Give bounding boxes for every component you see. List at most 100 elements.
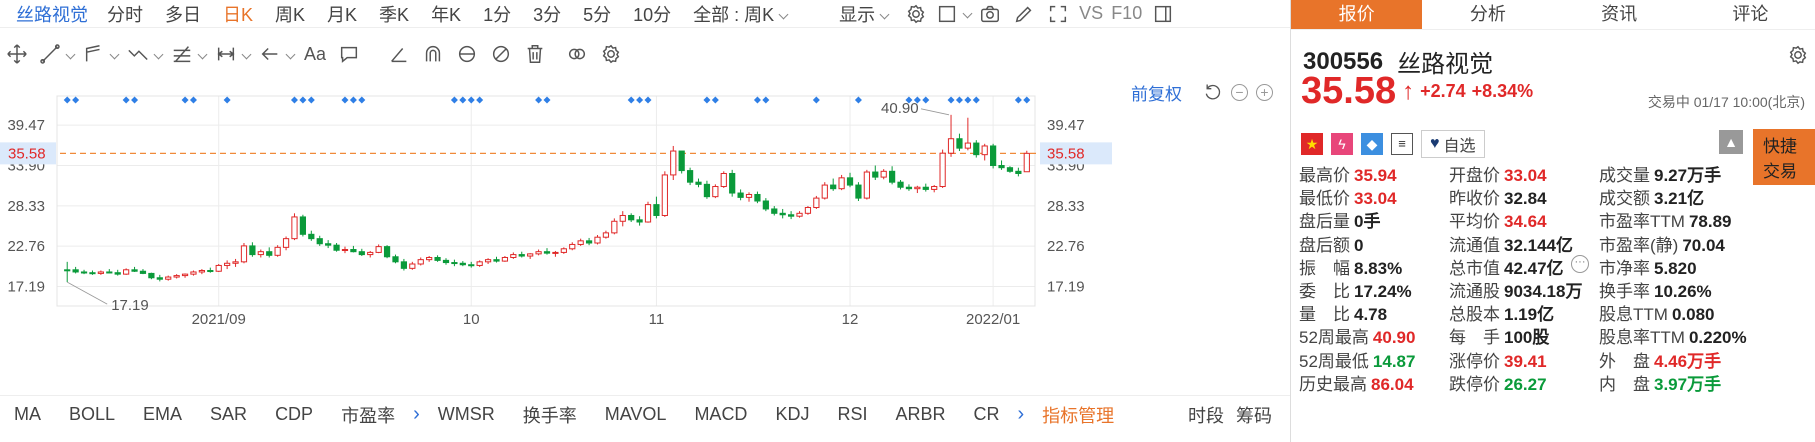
candle-body [459, 262, 466, 266]
delete-icon[interactable] [518, 39, 552, 69]
note-icon[interactable]: ≡ [1391, 133, 1413, 155]
comment-tool-icon[interactable] [332, 39, 366, 69]
adjust-mode-button[interactable]: 前复权 [1131, 80, 1182, 105]
candle-body [375, 246, 382, 253]
settings-icon[interactable] [1781, 40, 1815, 70]
candle-body [383, 246, 391, 258]
sub-indicator-tab[interactable]: RSI [823, 404, 881, 425]
candle-body [804, 207, 812, 214]
stock-name-tab[interactable]: 丝路视觉 [0, 1, 96, 27]
f10-button[interactable]: F10 [1107, 3, 1146, 24]
quote-label: 盘后量 [1299, 212, 1350, 232]
arrow-tool-icon[interactable] [254, 39, 298, 69]
quote-tab[interactable]: 评论 [1685, 0, 1815, 29]
period-tab[interactable]: 5分 [572, 1, 622, 27]
quote-tab[interactable]: 报价 [1291, 0, 1423, 29]
fullscreen-icon[interactable] [1041, 0, 1075, 29]
camera-icon[interactable] [973, 0, 1007, 29]
main-indicator-tab[interactable]: EMA [129, 404, 196, 425]
quote-cell: 股息TTM 0.080 [1599, 300, 1814, 325]
main-indicator-tab[interactable]: BOLL [55, 404, 129, 425]
period-tab[interactable]: 日K [212, 1, 264, 27]
pencil-icon[interactable] [1007, 0, 1041, 29]
add-watchlist-button[interactable]: ♥ 自选 [1421, 130, 1485, 158]
period-tab[interactable]: 分时 [96, 1, 154, 27]
sub-indicator-tab[interactable]: 换手率 [509, 402, 591, 428]
event-diamond [349, 96, 357, 104]
scope-selector[interactable]: 全部 : 周K [682, 1, 798, 27]
candlestick-chart[interactable]: 39.47 39.4733.90 33.9028.33 28.3322.76 22.76… [0, 76, 1290, 392]
main-indicator-tab[interactable]: 市盈率 [327, 402, 409, 428]
period-tab[interactable]: 季K [368, 1, 420, 27]
period-tab[interactable]: 10分 [622, 1, 682, 27]
candle-body [863, 171, 870, 199]
hide-icon[interactable] [484, 39, 518, 69]
more-icon[interactable]: ··· [1571, 255, 1589, 273]
sub-indicator-tab[interactable]: WMSR [424, 404, 509, 425]
reset-icon[interactable] [1203, 82, 1223, 102]
event-diamond [627, 96, 635, 104]
gear-icon[interactable] [899, 0, 933, 29]
candle-body [830, 184, 837, 190]
candle-body [89, 272, 96, 275]
candle-body [232, 261, 239, 264]
indicator-manage-button[interactable]: 指标管理 [1028, 402, 1128, 428]
lightning-icon[interactable]: ϟ [1331, 133, 1353, 155]
quote-label: 内 盘 [1599, 374, 1650, 394]
quote-tab[interactable]: 资讯 [1554, 0, 1685, 29]
sub-indicator-tab[interactable]: MAVOL [591, 404, 681, 425]
event-diamond [1014, 96, 1022, 104]
square-layout-icon[interactable] [933, 0, 973, 29]
text-tool-icon[interactable]: Aa [298, 39, 332, 69]
angle-tool-icon[interactable] [382, 39, 416, 69]
candle-body [392, 256, 399, 263]
quote-tab[interactable]: 分析 [1422, 0, 1553, 29]
quote-value: 32.84 [1504, 189, 1547, 209]
sub-indicator-tab[interactable]: CR [959, 404, 1013, 425]
main-indicator-tab[interactable]: MA [0, 404, 55, 425]
candle-body [148, 272, 155, 279]
chip-distribution-button[interactable]: 筹码 [1230, 402, 1278, 428]
line-tool-icon[interactable] [34, 39, 78, 69]
zoom-in-icon[interactable]: + [1256, 83, 1273, 101]
magnet-icon[interactable] [450, 39, 484, 69]
link-icon[interactable] [560, 39, 594, 69]
quote-label: 总市值 [1449, 258, 1500, 278]
candle-body [602, 232, 610, 238]
period-tab[interactable]: 多日 [154, 1, 212, 27]
tag-icon[interactable]: ◆ [1361, 133, 1383, 155]
period-tab[interactable]: 月K [316, 1, 368, 27]
event-diamond [358, 96, 366, 104]
panel-toggle-icon[interactable] [1146, 0, 1180, 29]
channel-tool-icon[interactable] [78, 39, 122, 69]
sub-indicator-tab[interactable]: ARBR [881, 404, 959, 425]
event-diamond [753, 96, 761, 104]
settings-icon[interactable] [594, 39, 628, 69]
crosshair-move-icon[interactable] [0, 39, 34, 69]
kline-chart[interactable]: 39.47 39.47 33.90 33.90 28.33 28.33 22.76 22.76… [0, 76, 1290, 392]
candle-body [215, 264, 222, 272]
zoom-out-icon[interactable]: − [1231, 83, 1248, 101]
display-menu[interactable]: 显示 [828, 1, 899, 27]
period-tab[interactable]: 1分 [472, 1, 522, 27]
range-tool-icon[interactable] [210, 39, 254, 69]
quote-cell: 最低价 33.04 [1299, 184, 1449, 209]
sub-indicator-tab[interactable]: KDJ [761, 404, 823, 425]
bell-icon[interactable]: ▲ [1719, 130, 1743, 154]
arc-tool-icon[interactable] [416, 39, 450, 69]
wave-tool-icon[interactable] [122, 39, 166, 69]
vs-button[interactable]: VS [1075, 3, 1107, 24]
chevron-right-icon[interactable]: › [409, 403, 424, 426]
main-indicator-tab[interactable]: SAR [196, 404, 261, 425]
fibonacci-tool-icon[interactable] [166, 39, 210, 69]
event-diamond [947, 96, 955, 104]
period-tab[interactable]: 周K [264, 1, 316, 27]
x-tick-label: 12 [842, 311, 859, 328]
time-period-button[interactable]: 时段 [1182, 402, 1230, 428]
period-tab[interactable]: 3分 [522, 1, 572, 27]
period-tab[interactable]: 年K [420, 1, 472, 27]
chevron-right-icon[interactable]: › [1013, 403, 1028, 426]
sub-indicator-tab[interactable]: MACD [680, 404, 761, 425]
quote-cell: 52周最高 40.90 [1299, 323, 1449, 348]
main-indicator-tab[interactable]: CDP [261, 404, 327, 425]
